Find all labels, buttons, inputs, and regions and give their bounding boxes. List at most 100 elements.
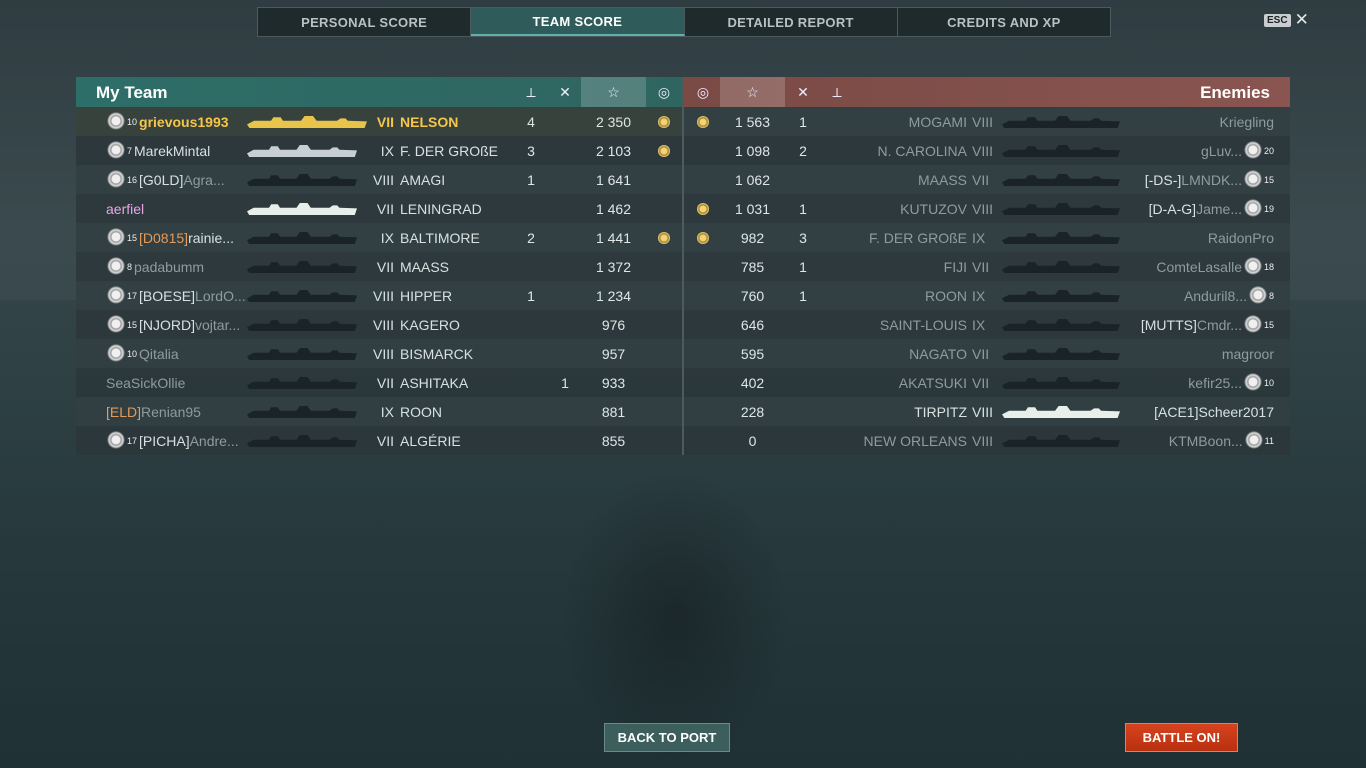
score-value: 1 031 [734, 200, 771, 217]
ship-tier: VII [972, 374, 990, 391]
ship-tier: VII [972, 258, 990, 275]
player-name: Renian95 [141, 403, 201, 420]
rank-badge-icon [106, 429, 126, 452]
ship-tier: VII [972, 171, 990, 188]
score-value: 1 641 [595, 171, 632, 188]
score-value: 402 [740, 374, 765, 391]
rank-number: 17 [127, 435, 138, 446]
ship-silhouette-icon [1002, 174, 1120, 186]
player-name: Cmdr... [1196, 316, 1242, 333]
ship-silhouette-icon [247, 145, 357, 157]
player-row[interactable]: 595 NAGATO VII magroor [684, 339, 1290, 368]
ship-silhouette-icon [247, 377, 357, 389]
rank-badge-icon [1242, 168, 1263, 191]
player-row[interactable]: 228 TIRPITZ VIII [ACE1] Scheer2017 [684, 397, 1290, 426]
ship-silhouette-icon [1002, 261, 1120, 273]
battle-on-button[interactable]: BATTLE ON! [1125, 723, 1238, 752]
player-name: LMNDK... [1181, 171, 1242, 188]
ship-name: BALTIMORE [400, 229, 480, 246]
planes-value: 1 [561, 374, 569, 391]
ship-silhouette-icon [1002, 435, 1120, 447]
rank-badge-icon [1243, 429, 1264, 452]
rank-badge-icon [106, 168, 126, 191]
player-row[interactable]: 10 grievous1993 VII NELSON 4 2 350 [76, 107, 682, 136]
player-row[interactable]: 1 098 2 N. CAROLINA VIII gLuv... 20 [684, 136, 1290, 165]
my-team-header: My Team ⟂ ✕ ☆ ◎ [76, 77, 682, 107]
player-row[interactable]: 785 1 FIJI VII ComteLasalle 18 [684, 252, 1290, 281]
ship-name: AKATSUKI [898, 374, 967, 391]
player-row[interactable]: 8 padabumm VII MAASS 1 372 [76, 252, 682, 281]
medal-cell [648, 107, 680, 136]
player-row[interactable]: 15 [NJORD] vojtar... VIII KAGERO 976 [76, 310, 682, 339]
ship-tier: VII [376, 432, 394, 449]
player-cell: magroor [1124, 339, 1274, 368]
player-row[interactable]: 1 062 MAASS VII [-DS-] LMNDK... 15 [684, 165, 1290, 194]
close-control[interactable]: ESC ✕ [1264, 11, 1309, 28]
player-cell: gLuv... 20 [1124, 136, 1274, 165]
ship-tier: IX [380, 142, 394, 159]
ship-silhouette-icon [247, 290, 357, 302]
ship-silhouette-icon [1002, 348, 1120, 360]
tab-personal-score[interactable]: PERSONAL SCORE [258, 8, 472, 36]
tab-team-score[interactable]: TEAM SCORE [471, 8, 685, 36]
player-cell: ComteLasalle 18 [1124, 252, 1274, 281]
player-row[interactable]: 1 031 1 KUTUZOV VIII [D-A-G] Jame... 19 [684, 194, 1290, 223]
kills-value: 1 [527, 287, 535, 304]
clan-tag: [MUTTS] [1140, 316, 1197, 333]
enemies-header: ◎ ☆ ✕ ⟂ Enemies [684, 77, 1290, 107]
player-row[interactable]: 16 [G0LD] Agra... VIII AMAGI 1 1 641 [76, 165, 682, 194]
player-row[interactable]: 1 563 1 MOGAMI VIII Kriegling [684, 107, 1290, 136]
tab-credits-and-xp[interactable]: CREDITS AND XP [898, 8, 1110, 36]
planes-destroyed-icon: ✕ [797, 83, 809, 100]
player-row[interactable]: SeaSickOllie VII ASHITAKA 1 933 [76, 368, 682, 397]
player-name: magroor [1221, 345, 1274, 362]
ship-silhouette-icon [1002, 116, 1120, 128]
score-value: 1 234 [595, 287, 632, 304]
planes-value [550, 281, 580, 310]
close-icon[interactable]: ✕ [1295, 11, 1309, 28]
my-team-panel: My Team ⟂ ✕ ☆ ◎ 10 grievous1993 VII NELSON 4… [76, 77, 682, 455]
ship-tier: IX [380, 403, 394, 420]
rank-badge-icon [106, 110, 126, 133]
ship-name: LENINGRAD [400, 200, 482, 217]
ship-name: N. CAROLINA [877, 142, 967, 159]
player-row[interactable]: 982 3 F. DER GROßE IX RaidonPro [684, 223, 1290, 252]
player-cell: 17 [BOESE] LordO... [106, 281, 246, 310]
planes-value [550, 165, 580, 194]
score-value: 1 062 [734, 171, 771, 188]
rank-number: 8 [127, 261, 133, 272]
ship-tier: VII [376, 374, 394, 391]
ship-tier: VIII [972, 403, 994, 420]
ship-silhouette-icon [1002, 377, 1120, 389]
planes-destroyed-icon: ✕ [559, 83, 571, 100]
clan-tag: [G0LD] [139, 171, 184, 188]
score-value: 957 [601, 345, 626, 362]
player-row[interactable]: aerfiel VII LENINGRAD 1 462 [76, 194, 682, 223]
player-row[interactable]: 17 [PICHA] Andre... VII ALGÉRIE 855 [76, 426, 682, 455]
ship-tier: VIII [972, 432, 994, 449]
kills-value [788, 426, 818, 455]
player-row[interactable]: [ELD] Renian95 IX ROON 881 [76, 397, 682, 426]
score-value: 2 350 [595, 113, 632, 130]
player-row[interactable]: 402 AKATSUKI VII kefir25... 10 [684, 368, 1290, 397]
kills-value [516, 252, 546, 281]
score-value: 0 [748, 432, 757, 449]
player-row[interactable]: 7 MarekMintal IX F. DER GROßE 3 2 103 [76, 136, 682, 165]
player-cell: 16 [G0LD] Agra... [106, 165, 246, 194]
player-row[interactable]: 646 SAINT-LOUIS IX [MUTTS] Cmdr... 15 [684, 310, 1290, 339]
ship-name: TIRPITZ [914, 403, 967, 420]
player-cell: aerfiel [106, 194, 246, 223]
back-to-port-button[interactable]: BACK TO PORT [604, 723, 730, 752]
player-row[interactable]: 17 [BOESE] LordO... VIII HIPPER 1 1 234 [76, 281, 682, 310]
player-name: Qitalia [139, 345, 179, 362]
medal-cell [686, 107, 720, 136]
kills-value: 1 [799, 258, 807, 275]
ship-silhouette-icon [1002, 203, 1120, 215]
player-row[interactable]: 0 NEW ORLEANS VIII KTMBoon... 11 [684, 426, 1290, 455]
player-row[interactable]: 15 [D0815] rainie... IX BALTIMORE 2 1 441 [76, 223, 682, 252]
player-cell: kefir25... 10 [1124, 368, 1274, 397]
ship-name: MAASS [400, 258, 450, 275]
player-row[interactable]: 760 1 ROON IX Anduril8... 8 [684, 281, 1290, 310]
tab-detailed-report[interactable]: DETAILED REPORT [685, 8, 898, 36]
player-row[interactable]: 10 Qitalia VIII BISMARCK 957 [76, 339, 682, 368]
